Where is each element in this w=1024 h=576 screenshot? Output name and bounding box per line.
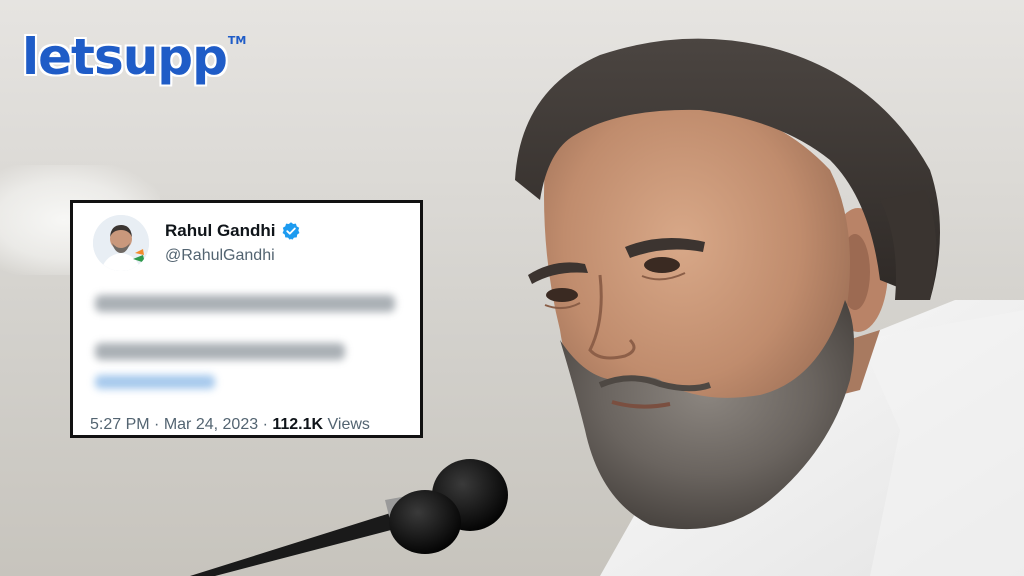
logo-text: letsupp <box>22 28 228 86</box>
mic-stand <box>190 510 410 576</box>
eye-left <box>546 288 578 302</box>
tweet-date[interactable]: Mar 24, 2023 <box>164 416 258 433</box>
eye-right <box>644 257 680 273</box>
separator-dot: · <box>262 416 268 433</box>
tweet-time[interactable]: 5:27 PM <box>90 416 150 433</box>
blurred-text-line-2 <box>95 343 345 360</box>
tweet-card: Rahul Gandhi @RahulGandhi 5:27 PM · Mar … <box>70 200 423 438</box>
verified-badge-icon <box>282 222 299 240</box>
separator-dot: · <box>154 416 160 433</box>
news-thumbnail: letsupp TM Rahul Gandhi @RahulGandhi 5:2… <box>0 0 1024 576</box>
user-handle[interactable]: @RahulGandhi <box>165 247 275 265</box>
display-name[interactable]: Rahul Gandhi <box>165 221 276 241</box>
profile-avatar[interactable] <box>93 215 149 271</box>
blurred-text-line-1 <box>95 295 395 312</box>
blurred-link-line <box>95 375 215 389</box>
trademark-mark: TM <box>227 34 247 47</box>
author-name-row: Rahul Gandhi <box>165 221 301 241</box>
views-label: Views <box>327 416 370 433</box>
tweet-meta: 5:27 PM · Mar 24, 2023 · 112.1K Views <box>90 416 370 434</box>
letsupp-logo[interactable]: letsupp TM <box>22 26 246 92</box>
views-count: 112.1K <box>272 416 324 433</box>
